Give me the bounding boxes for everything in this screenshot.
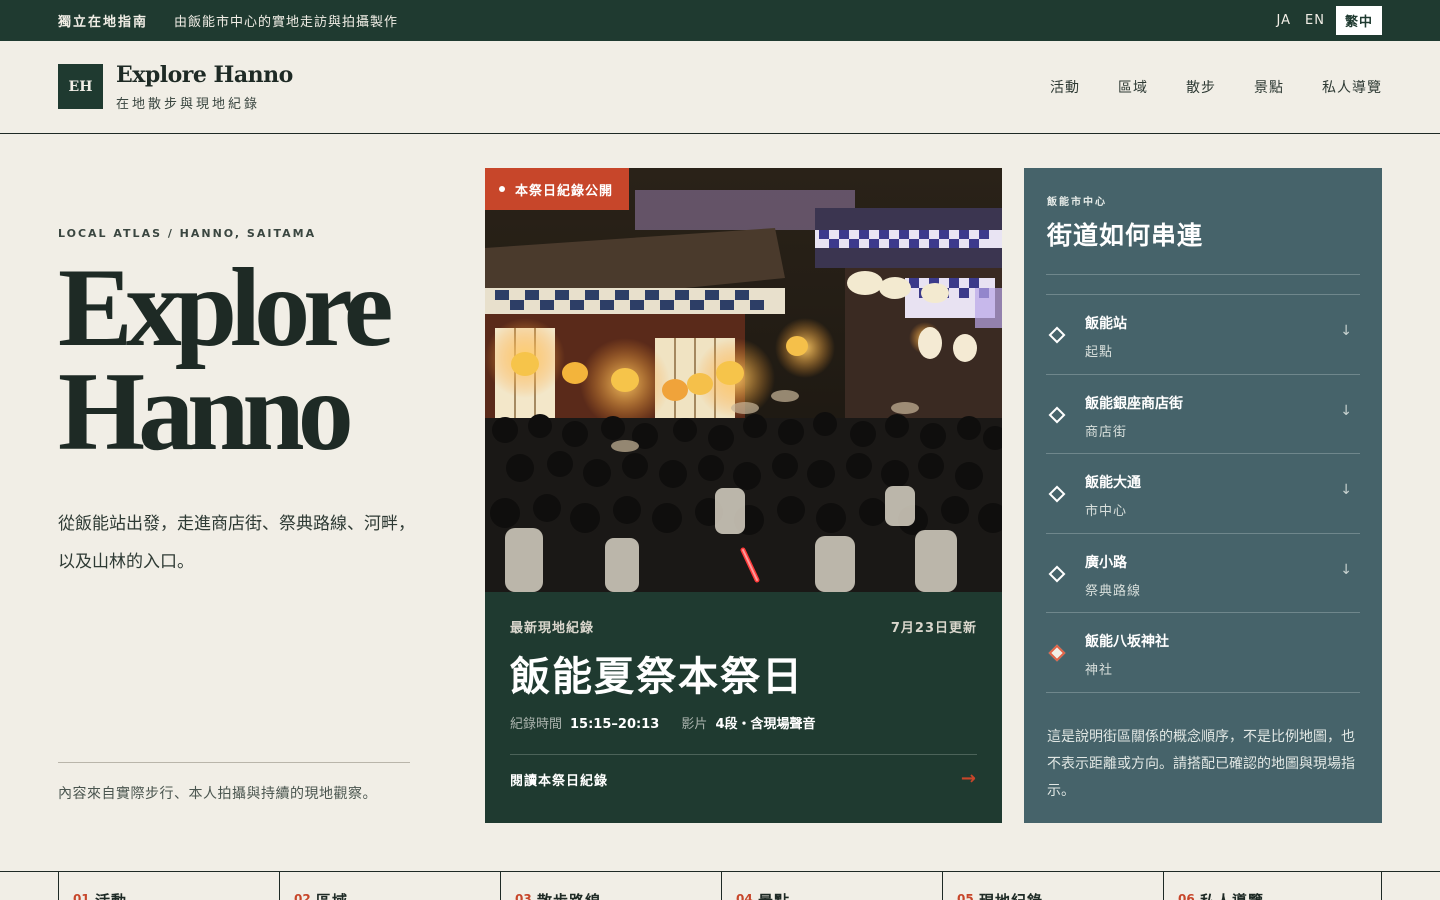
route-stop[interactable]: 飯能站 起點 ↓ — [1046, 295, 1360, 375]
stop-category: 祭典路線 — [1085, 583, 1142, 599]
top-bar-brand: 獨立在地指南 — [58, 15, 149, 30]
arrow-down-icon: ↓ — [1340, 402, 1352, 419]
diamond-icon — [1048, 326, 1066, 344]
section-field-records[interactable]: 05 現地紀錄 — [942, 872, 1163, 900]
section-number: 02 — [294, 892, 311, 900]
lang-zh-hant[interactable]: 繁中 — [1335, 6, 1382, 35]
route-stop-destination[interactable]: 飯能八坂神社 神社 — [1046, 613, 1360, 693]
hero-description: 從飯能站出發，走進商店街、祭典路線、河畔，以及山林的入口。 — [58, 514, 415, 572]
route-stop[interactable]: 飯能大通 市中心 ↓ — [1046, 454, 1360, 534]
hero-divider — [58, 762, 410, 763]
logo-mark[interactable]: EH — [58, 64, 103, 109]
hero-kicker: LOCAL ATLAS / HANNO, SAITAMA — [58, 227, 317, 240]
festival-photo: 本祭日紀錄公開 — [485, 168, 1002, 592]
site-subtitle: 在地散步與現地紀錄 — [116, 97, 261, 112]
arrow-down-icon: ↓ — [1340, 561, 1352, 578]
read-record-link[interactable]: 閱讀本祭日紀錄 → — [510, 768, 977, 794]
top-bar: 獨立在地指南 由飯能市中心的實地走訪與拍攝製作 JA EN 繁中 — [0, 0, 1440, 41]
stop-name: 飯能八坂神社 — [1085, 634, 1169, 651]
feature-label: 最新現地紀錄 — [510, 621, 595, 636]
hero-note: 內容來自實際步行、本人拍攝與持續的現地觀察。 — [58, 786, 377, 802]
panel-divider — [1046, 274, 1360, 275]
section-label: 景點 — [758, 890, 790, 900]
panel-note: 這是說明街區關係的概念順序，不是比例地圖，也不表示距離或方向。請搭配已確認的地圖… — [1047, 729, 1355, 799]
feature-title[interactable]: 飯能夏祭本祭日 — [510, 644, 804, 702]
meta-time-value: 15:15–20:13 — [570, 717, 660, 732]
section-private-tours[interactable]: 06 私人導覽 — [1163, 872, 1382, 900]
main-nav: 活動 區域 散步 景點 私人導覽 — [1050, 77, 1382, 97]
lang-en[interactable]: EN — [1302, 8, 1328, 33]
section-label: 現地紀錄 — [979, 890, 1043, 900]
stop-category: 起點 — [1085, 345, 1114, 360]
site-header: EH Explore Hanno 在地散步與現地紀錄 活動 區域 散步 景點 私… — [0, 41, 1440, 134]
section-areas[interactable]: 02 區域 — [279, 872, 500, 900]
route-panel: 飯能市中心 街道如何串連 飯能站 起點 ↓ 飯能銀座商店街 商店街 ↓ 飯能大通… — [1024, 168, 1382, 823]
stop-category: 神社 — [1085, 663, 1114, 679]
nav-spots[interactable]: 景點 — [1254, 77, 1284, 97]
read-record-label: 閱讀本祭日紀錄 — [510, 774, 609, 789]
diamond-icon — [1048, 644, 1066, 662]
route-stop[interactable]: 廣小路 祭典路線 ↓ — [1046, 534, 1360, 614]
section-number: 05 — [957, 892, 974, 900]
hero-title: Explore Hanno — [58, 252, 458, 468]
stop-name: 飯能銀座商店街 — [1085, 395, 1183, 412]
nav-activities[interactable]: 活動 — [1050, 77, 1080, 97]
section-walking-routes[interactable]: 03 散步路線 — [500, 872, 721, 900]
section-spots[interactable]: 04 景點 — [721, 872, 942, 900]
live-record-badge: 本祭日紀錄公開 — [485, 168, 630, 210]
feature-updated-date: 7月23日更新 — [890, 621, 977, 636]
section-strip: 01 活動 02 區域 03 散步路線 04 景點 05 現地紀錄 06 私人導… — [0, 871, 1440, 900]
hero-title-line2: Hanno — [58, 350, 354, 474]
nav-areas[interactable]: 區域 — [1118, 77, 1148, 97]
panel-title: 街道如何串連 — [1047, 221, 1204, 250]
section-number: 01 — [73, 892, 90, 900]
section-number: 04 — [736, 892, 753, 900]
arrow-down-icon: ↓ — [1340, 482, 1352, 499]
section-label: 私人導覽 — [1200, 890, 1264, 900]
section-activities[interactable]: 01 活動 — [58, 872, 279, 900]
diamond-icon — [1048, 485, 1066, 503]
site-title[interactable]: Explore Hanno — [116, 62, 293, 88]
section-label: 散步路線 — [537, 890, 601, 900]
section-number: 03 — [515, 892, 532, 900]
meta-video-value: 4段・含現場聲音 — [715, 717, 816, 732]
stop-name: 飯能站 — [1085, 316, 1127, 332]
feature-card[interactable]: 本祭日紀錄公開 最新現地紀錄 7月23日更新 飯能夏祭本祭日 紀錄時間 15:15… — [485, 168, 1002, 823]
nav-walks[interactable]: 散步 — [1186, 77, 1216, 97]
stop-category: 商店街 — [1085, 424, 1128, 440]
stop-name: 飯能大通 — [1085, 475, 1141, 492]
festival-photo-illustration — [485, 168, 1002, 592]
diamond-icon — [1048, 406, 1066, 424]
badge-dot-icon — [499, 186, 505, 192]
feature-divider — [510, 754, 977, 755]
arrow-down-icon: ↓ — [1340, 323, 1352, 339]
meta-time-label: 紀錄時間 — [510, 717, 563, 732]
arrow-right-icon: → — [960, 768, 977, 789]
route-stop-list: 飯能站 起點 ↓ 飯能銀座商店街 商店街 ↓ 飯能大通 市中心 ↓ 廣小路 祭典… — [1046, 294, 1360, 693]
lang-ja[interactable]: JA — [1274, 8, 1295, 33]
section-label: 活動 — [95, 890, 127, 900]
stop-category: 市中心 — [1085, 504, 1128, 520]
language-switcher: JA EN 繁中 — [1274, 6, 1382, 35]
diamond-icon — [1048, 565, 1066, 583]
stop-name: 廣小路 — [1085, 554, 1127, 571]
section-number: 06 — [1178, 892, 1195, 900]
meta-video-label: 影片 — [681, 717, 708, 732]
nav-private-tours[interactable]: 私人導覽 — [1322, 77, 1382, 97]
feature-meta: 紀錄時間 15:15–20:13 影片 4段・含現場聲音 — [510, 713, 833, 732]
badge-label: 本祭日紀錄公開 — [515, 183, 614, 199]
top-bar-tagline: 由飯能市中心的實地走訪與拍攝製作 — [174, 15, 399, 30]
panel-kicker: 飯能市中心 — [1047, 197, 1107, 208]
section-label: 區域 — [316, 890, 348, 900]
route-stop[interactable]: 飯能銀座商店街 商店街 ↓ — [1046, 375, 1360, 455]
